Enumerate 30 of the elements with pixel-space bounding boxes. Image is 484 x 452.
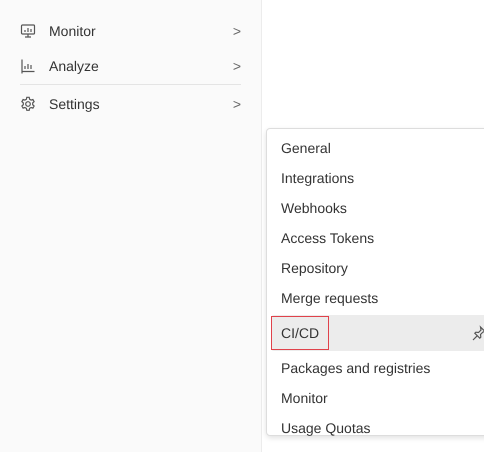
sidebar-item[interactable]: Monitor > bbox=[0, 13, 255, 48]
monitor-icon bbox=[20, 22, 36, 38]
menu-item[interactable]: Usage Quotas bbox=[271, 413, 484, 443]
pin-icon[interactable] bbox=[471, 325, 484, 341]
menu-item-label: Packages and registries bbox=[280, 359, 432, 378]
menu-item-label: Repository bbox=[280, 259, 349, 278]
menu-item-label: CI/CD bbox=[271, 316, 330, 350]
gear-icon bbox=[20, 96, 36, 112]
sidebar-item[interactable]: Analyze > bbox=[0, 48, 255, 83]
chevron-icon: > bbox=[232, 22, 241, 38]
menu-item-label: Merge requests bbox=[280, 289, 380, 308]
menu-item[interactable]: Repository bbox=[271, 253, 484, 283]
menu-item[interactable]: Monitor bbox=[271, 383, 484, 413]
sidebar-item[interactable]: Settings > bbox=[0, 86, 255, 121]
chevron-icon: > bbox=[232, 58, 241, 74]
menu-item[interactable]: Packages and registries bbox=[271, 353, 484, 383]
menu-item-label: Integrations bbox=[280, 169, 356, 188]
menu-item[interactable]: Webhooks bbox=[271, 193, 484, 223]
menu-item-label: General bbox=[280, 139, 332, 158]
menu-item-label: Webhooks bbox=[280, 199, 348, 218]
chart-icon bbox=[20, 58, 36, 74]
menu-item[interactable]: Integrations bbox=[271, 163, 484, 193]
menu-item[interactable]: Access Tokens bbox=[271, 223, 484, 253]
menu-item[interactable]: General bbox=[271, 133, 484, 163]
menu-item[interactable]: CI/CD bbox=[271, 315, 484, 351]
menu-item[interactable]: Merge requests bbox=[271, 283, 484, 313]
chevron-icon: > bbox=[232, 96, 241, 112]
menu-item-label: Access Tokens bbox=[280, 229, 376, 248]
menu-item-label: Usage Quotas bbox=[280, 419, 372, 438]
menu-item-label: Monitor bbox=[280, 389, 329, 408]
